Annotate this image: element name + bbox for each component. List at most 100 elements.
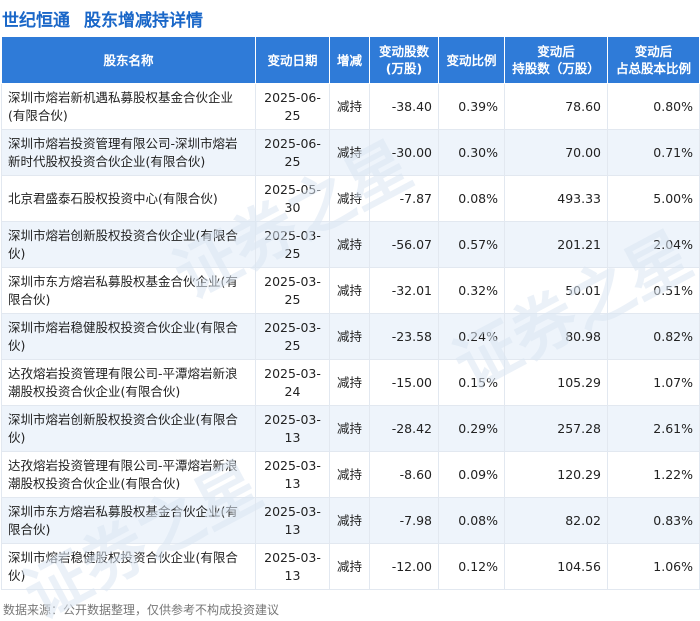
col-header-label: 股东名称 bbox=[103, 52, 154, 68]
change-shares-cell: -23.58 bbox=[369, 313, 439, 360]
pct-after-cell: 5.00% bbox=[607, 175, 700, 222]
shareholder-name-cell: 深圳市熔岩新机遇私募股权基金合伙企业(有限合伙) bbox=[1, 83, 256, 130]
direction-cell: 减持 bbox=[329, 267, 370, 314]
shareholder-name-cell: 深圳市东方熔岩私募股权基金合伙企业(有限合伙) bbox=[1, 497, 256, 544]
change-date-cell: 2025-03-13 bbox=[255, 497, 330, 544]
change-shares-cell: -56.07 bbox=[369, 221, 439, 268]
col-header-label: 变动后 持股数（万股） bbox=[512, 44, 600, 76]
change-ratio-cell: 0.32% bbox=[438, 267, 505, 314]
table-row: 深圳市熔岩新机遇私募股权基金合伙企业(有限合伙) 2025-06-25 减持 -38.… bbox=[1, 83, 700, 130]
shares-after-cell: 257.28 bbox=[504, 405, 608, 452]
change-ratio-cell: 0.30% bbox=[438, 129, 505, 176]
direction-cell: 减持 bbox=[329, 497, 370, 544]
pct-after-cell: 0.82% bbox=[607, 313, 700, 360]
direction-cell: 减持 bbox=[329, 313, 370, 360]
change-ratio-cell: 0.29% bbox=[438, 405, 505, 452]
col-header-change-shares: 变动股数 (万股) bbox=[369, 36, 439, 84]
change-shares-cell: -15.00 bbox=[369, 359, 439, 406]
change-shares-cell: -7.98 bbox=[369, 497, 439, 544]
change-date-cell: 2025-03-24 bbox=[255, 359, 330, 406]
table-row: 深圳市熔岩稳健股权投资合伙企业(有限合伙) 2025-03-25 减持 -23.58 0… bbox=[1, 313, 700, 360]
change-shares-cell: -30.00 bbox=[369, 129, 439, 176]
change-ratio-cell: 0.09% bbox=[438, 451, 505, 498]
pct-after-cell: 2.61% bbox=[607, 405, 700, 452]
direction-cell: 减持 bbox=[329, 129, 370, 176]
direction-cell: 减持 bbox=[329, 221, 370, 268]
change-ratio-cell: 0.15% bbox=[438, 359, 505, 406]
table-row: 深圳市熔岩创新股权投资合伙企业(有限合伙) 2025-03-13 减持 -28.42 0… bbox=[1, 405, 700, 452]
change-ratio-cell: 0.12% bbox=[438, 543, 505, 590]
change-date-cell: 2025-03-13 bbox=[255, 543, 330, 590]
pct-after-cell: 0.83% bbox=[607, 497, 700, 544]
change-date-cell: 2025-03-25 bbox=[255, 313, 330, 360]
shareholder-name-cell: 达孜熔岩投资管理有限公司-平潭熔岩新浪潮股权投资合伙企业(有限合伙) bbox=[1, 451, 256, 498]
col-header-label: 变动比例 bbox=[446, 52, 497, 68]
shareholder-change-table: 股东名称 变动日期 增减 变动股数 (万股) 变动比例 变动后 持股数（万股） … bbox=[1, 36, 700, 590]
direction-cell: 减持 bbox=[329, 175, 370, 222]
change-ratio-cell: 0.08% bbox=[438, 497, 505, 544]
shares-after-cell: 82.02 bbox=[504, 497, 608, 544]
col-header-label: 增减 bbox=[336, 52, 362, 68]
direction-cell: 减持 bbox=[329, 405, 370, 452]
shares-after-cell: 201.21 bbox=[504, 221, 608, 268]
change-ratio-cell: 0.08% bbox=[438, 175, 505, 222]
table-row: 深圳市东方熔岩私募股权基金合伙企业(有限合伙) 2025-03-13 减持 -7.98… bbox=[1, 497, 700, 544]
change-ratio-cell: 0.39% bbox=[438, 83, 505, 130]
change-date-cell: 2025-03-25 bbox=[255, 267, 330, 314]
change-date-cell: 2025-03-13 bbox=[255, 405, 330, 452]
change-shares-cell: -8.60 bbox=[369, 451, 439, 498]
page-header: 世纪恒通 股东增减持详情 bbox=[0, 0, 700, 36]
direction-cell: 减持 bbox=[329, 359, 370, 406]
col-header-date: 变动日期 bbox=[255, 36, 330, 84]
table-row: 深圳市东方熔岩私募股权基金合伙企业(有限合伙) 2025-03-25 减持 -32.0… bbox=[1, 267, 700, 314]
col-header-change-ratio: 变动比例 bbox=[438, 36, 505, 84]
pct-after-cell: 2.04% bbox=[607, 221, 700, 268]
change-date-cell: 2025-03-25 bbox=[255, 221, 330, 268]
pct-after-cell: 0.51% bbox=[607, 267, 700, 314]
col-header-pct-after: 变动后 占总股本比例 bbox=[607, 36, 700, 84]
pct-after-cell: 1.07% bbox=[607, 359, 700, 406]
change-shares-cell: -12.00 bbox=[369, 543, 439, 590]
shares-after-cell: 493.33 bbox=[504, 175, 608, 222]
shareholder-name-cell: 达孜熔岩投资管理有限公司-平潭熔岩新浪潮股权投资合伙企业(有限合伙) bbox=[1, 359, 256, 406]
table-row: 达孜熔岩投资管理有限公司-平潭熔岩新浪潮股权投资合伙企业(有限合伙) 2025-0… bbox=[1, 359, 700, 406]
pct-after-cell: 0.80% bbox=[607, 83, 700, 130]
col-header-label: 变动日期 bbox=[267, 52, 318, 68]
shareholder-name-cell: 深圳市熔岩稳健股权投资合伙企业(有限合伙) bbox=[1, 543, 256, 590]
direction-cell: 减持 bbox=[329, 451, 370, 498]
col-header-label: 变动股数 (万股) bbox=[378, 44, 429, 76]
change-shares-cell: -38.40 bbox=[369, 83, 439, 130]
col-header-label: 变动后 占总股本比例 bbox=[615, 44, 691, 76]
page-title: 股东增减持详情 bbox=[84, 10, 203, 31]
shares-after-cell: 105.29 bbox=[504, 359, 608, 406]
col-header-shares-after: 变动后 持股数（万股） bbox=[504, 36, 608, 84]
table-row: 北京君盛泰石股权投资中心(有限合伙) 2025-05-30 减持 -7.87 0.08%… bbox=[1, 175, 700, 222]
shares-after-cell: 120.29 bbox=[504, 451, 608, 498]
table-row: 深圳市熔岩稳健股权投资合伙企业(有限合伙) 2025-03-13 减持 -12.00 0… bbox=[1, 543, 700, 590]
table-row: 深圳市熔岩投资管理有限公司-深圳市熔岩新时代股权投资合伙企业(有限合伙) 2025… bbox=[1, 129, 700, 176]
change-date-cell: 2025-06-25 bbox=[255, 129, 330, 176]
pct-after-cell: 1.22% bbox=[607, 451, 700, 498]
table-row: 深圳市熔岩创新股权投资合伙企业(有限合伙) 2025-03-25 减持 -56.07 0… bbox=[1, 221, 700, 268]
col-header-shareholder: 股东名称 bbox=[1, 36, 256, 84]
change-shares-cell: -32.01 bbox=[369, 267, 439, 314]
company-name: 世纪恒通 bbox=[2, 10, 70, 31]
change-shares-cell: -28.42 bbox=[369, 405, 439, 452]
table-body: 深圳市熔岩新机遇私募股权基金合伙企业(有限合伙) 2025-06-25 减持 -38.… bbox=[1, 83, 700, 590]
pct-after-cell: 1.06% bbox=[607, 543, 700, 590]
change-shares-cell: -7.87 bbox=[369, 175, 439, 222]
change-ratio-cell: 0.24% bbox=[438, 313, 505, 360]
shareholder-name-cell: 深圳市熔岩稳健股权投资合伙企业(有限合伙) bbox=[1, 313, 256, 360]
pct-after-cell: 0.71% bbox=[607, 129, 700, 176]
shareholder-name-cell: 深圳市东方熔岩私募股权基金合伙企业(有限合伙) bbox=[1, 267, 256, 314]
shareholder-name-cell: 北京君盛泰石股权投资中心(有限合伙) bbox=[1, 175, 256, 222]
col-header-direction: 增减 bbox=[329, 36, 370, 84]
data-source-note: 数据来源：公开数据整理，仅供参考不构成投资建议 bbox=[3, 603, 280, 617]
shares-after-cell: 80.98 bbox=[504, 313, 608, 360]
shareholder-name-cell: 深圳市熔岩投资管理有限公司-深圳市熔岩新时代股权投资合伙企业(有限合伙) bbox=[1, 129, 256, 176]
change-ratio-cell: 0.57% bbox=[438, 221, 505, 268]
table-header-row: 股东名称 变动日期 增减 变动股数 (万股) 变动比例 变动后 持股数（万股） … bbox=[1, 36, 700, 84]
shareholder-name-cell: 深圳市熔岩创新股权投资合伙企业(有限合伙) bbox=[1, 221, 256, 268]
shares-after-cell: 50.01 bbox=[504, 267, 608, 314]
direction-cell: 减持 bbox=[329, 83, 370, 130]
